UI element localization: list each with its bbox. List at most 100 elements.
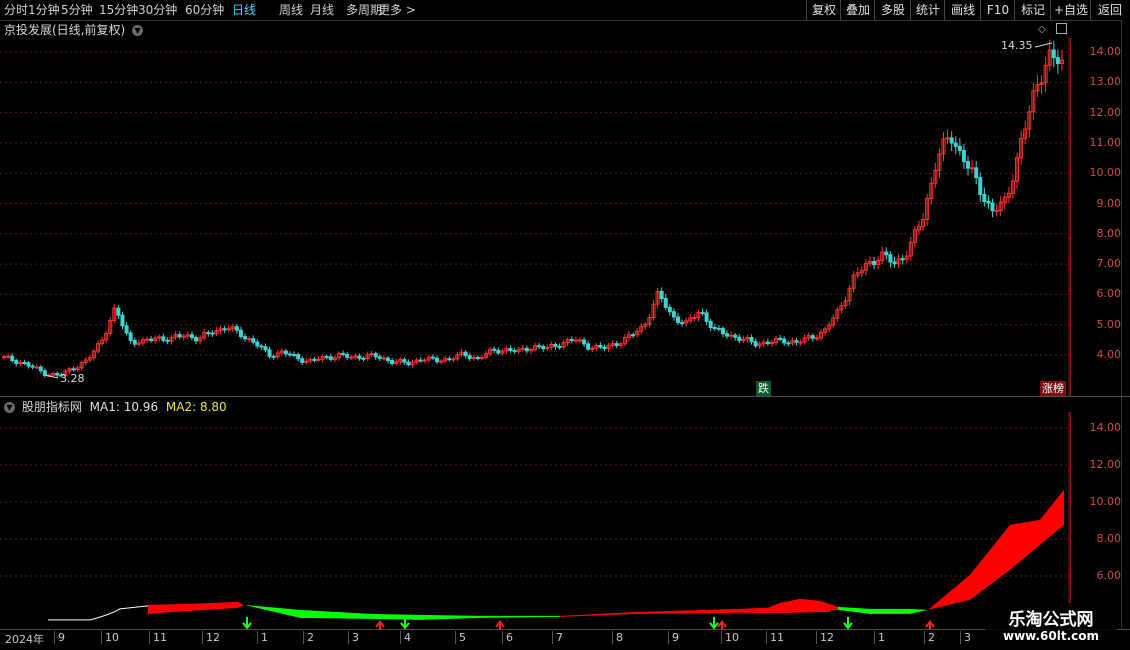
main-panel-title: 京投发展(日线,前复权) ▼ <box>4 21 144 38</box>
period-tab-2[interactable]: 5分钟 <box>61 0 93 20</box>
indicator-axis: 14.00 12.00 10.00 8.00 6.00 <box>1070 412 1123 630</box>
candle-body <box>2 356 7 359</box>
candle-body <box>700 312 705 315</box>
date-label-11: 7 <box>552 631 563 644</box>
period-tab-0[interactable]: 分时 <box>4 0 28 20</box>
toolbar-button-3[interactable]: 统计 <box>910 0 945 20</box>
candle-body <box>810 335 815 339</box>
candle-body <box>10 355 15 362</box>
candle-body <box>194 337 199 342</box>
candle-body <box>598 344 603 348</box>
candle-body <box>14 360 19 365</box>
toolbar-button-6[interactable]: 标记 <box>1014 0 1051 20</box>
candle-body <box>71 368 76 371</box>
candle-body <box>512 350 517 353</box>
price-tick-5: 9.00 <box>1096 196 1122 210</box>
candle-body <box>181 335 186 338</box>
candle-body <box>508 348 513 352</box>
candle-body <box>132 339 137 345</box>
candle-body <box>782 338 787 344</box>
candle-body <box>145 338 150 341</box>
price-tick-7: 7.00 <box>1096 257 1122 271</box>
right-strip <box>1121 20 1130 396</box>
candle-body <box>994 210 999 213</box>
period-tab-6[interactable]: 日线 <box>232 0 256 20</box>
date-label-4: 12 <box>202 631 220 644</box>
toolbar-button-8[interactable]: 返回 <box>1090 0 1129 20</box>
ma-band-up <box>148 601 244 614</box>
high-price-label: 14.35 <box>1001 39 1033 52</box>
candle-body <box>34 366 39 369</box>
price-tick-6: 8.00 <box>1096 226 1122 240</box>
ma-band-down <box>244 604 560 620</box>
toolbar-button-4[interactable]: 画线 <box>944 0 981 20</box>
price-tick-4: 10.00 <box>1089 166 1122 180</box>
toolbar-button-7[interactable]: +自选 <box>1050 0 1091 20</box>
candle-body <box>341 353 346 356</box>
price-tick-10: 4.00 <box>1096 348 1122 361</box>
toolbar-button-5[interactable]: F10 <box>980 0 1015 20</box>
panel-toggle-icon[interactable] <box>1056 23 1067 34</box>
candle-body <box>496 349 501 354</box>
candle-body <box>614 343 619 346</box>
chevron-down-icon[interactable]: ▼ <box>132 25 144 36</box>
toolbar-button-2[interactable]: 多股 <box>874 0 911 20</box>
date-label-5: 1 <box>257 631 268 644</box>
candle-body <box>586 343 591 350</box>
candle-body <box>557 345 562 348</box>
fall-badge[interactable]: 跌 <box>756 381 771 396</box>
price-tick-2: 12.00 <box>1089 105 1122 119</box>
period-tab-5[interactable]: 60分钟 <box>185 0 224 20</box>
candle-body <box>296 354 301 360</box>
date-axis-line <box>0 629 1130 630</box>
indicator-tick-2: 10.00 <box>1089 495 1122 508</box>
candle-body <box>234 326 239 331</box>
candle-body <box>953 142 958 147</box>
candle-body <box>259 345 264 348</box>
candle-body <box>447 358 452 361</box>
date-label-18: 2 <box>924 631 935 644</box>
candle-body <box>733 334 738 338</box>
candle-body <box>765 341 770 345</box>
candle-body <box>149 338 154 342</box>
watermark-title: 乐淘公式网 <box>1008 610 1094 630</box>
candle-body <box>6 355 11 358</box>
candle-body <box>377 356 382 359</box>
period-tab-1[interactable]: 1分钟 <box>28 0 60 20</box>
candle-body <box>892 261 897 265</box>
candle-body <box>974 167 979 179</box>
candle-body <box>26 362 31 367</box>
candle-body <box>345 353 350 358</box>
candle-body <box>349 356 354 359</box>
candle-body <box>716 327 721 330</box>
period-tab-10[interactable]: 更多 > <box>378 0 416 20</box>
period-tab-7[interactable]: 周线 <box>279 0 303 20</box>
candle-body <box>667 306 672 313</box>
sell-arrow-icon <box>709 616 719 630</box>
toolbar-button-0[interactable]: 复权 <box>806 0 841 20</box>
candle-body <box>986 201 991 204</box>
candle-body <box>720 327 725 335</box>
candle-body <box>369 353 374 356</box>
limit-up-badge[interactable]: 涨榜 <box>1040 381 1066 396</box>
toolbar-button-1[interactable]: 叠加 <box>840 0 875 20</box>
candle-body <box>390 360 395 364</box>
period-tab-3[interactable]: 15分钟 <box>99 0 138 20</box>
candle-body <box>888 254 893 263</box>
candle-body <box>300 358 305 363</box>
period-tab-8[interactable]: 月线 <box>310 0 334 20</box>
period-tab-9[interactable]: 多周期 <box>346 0 382 20</box>
stock-title: 京投发展(日线,前复权) <box>4 23 126 37</box>
candle-body <box>753 341 758 347</box>
ma-line-white <box>48 605 149 621</box>
candle-body <box>422 359 427 362</box>
date-label-10: 6 <box>502 631 513 644</box>
candle-body <box>982 193 987 203</box>
candle-body <box>590 347 595 350</box>
price-tick-3: 11.00 <box>1089 135 1122 149</box>
candle-body <box>312 358 317 361</box>
period-tab-4[interactable]: 30分钟 <box>138 0 177 20</box>
candle-body <box>435 357 440 363</box>
diamond-icon[interactable]: ◇ <box>1038 24 1046 35</box>
candle-body <box>659 290 664 300</box>
